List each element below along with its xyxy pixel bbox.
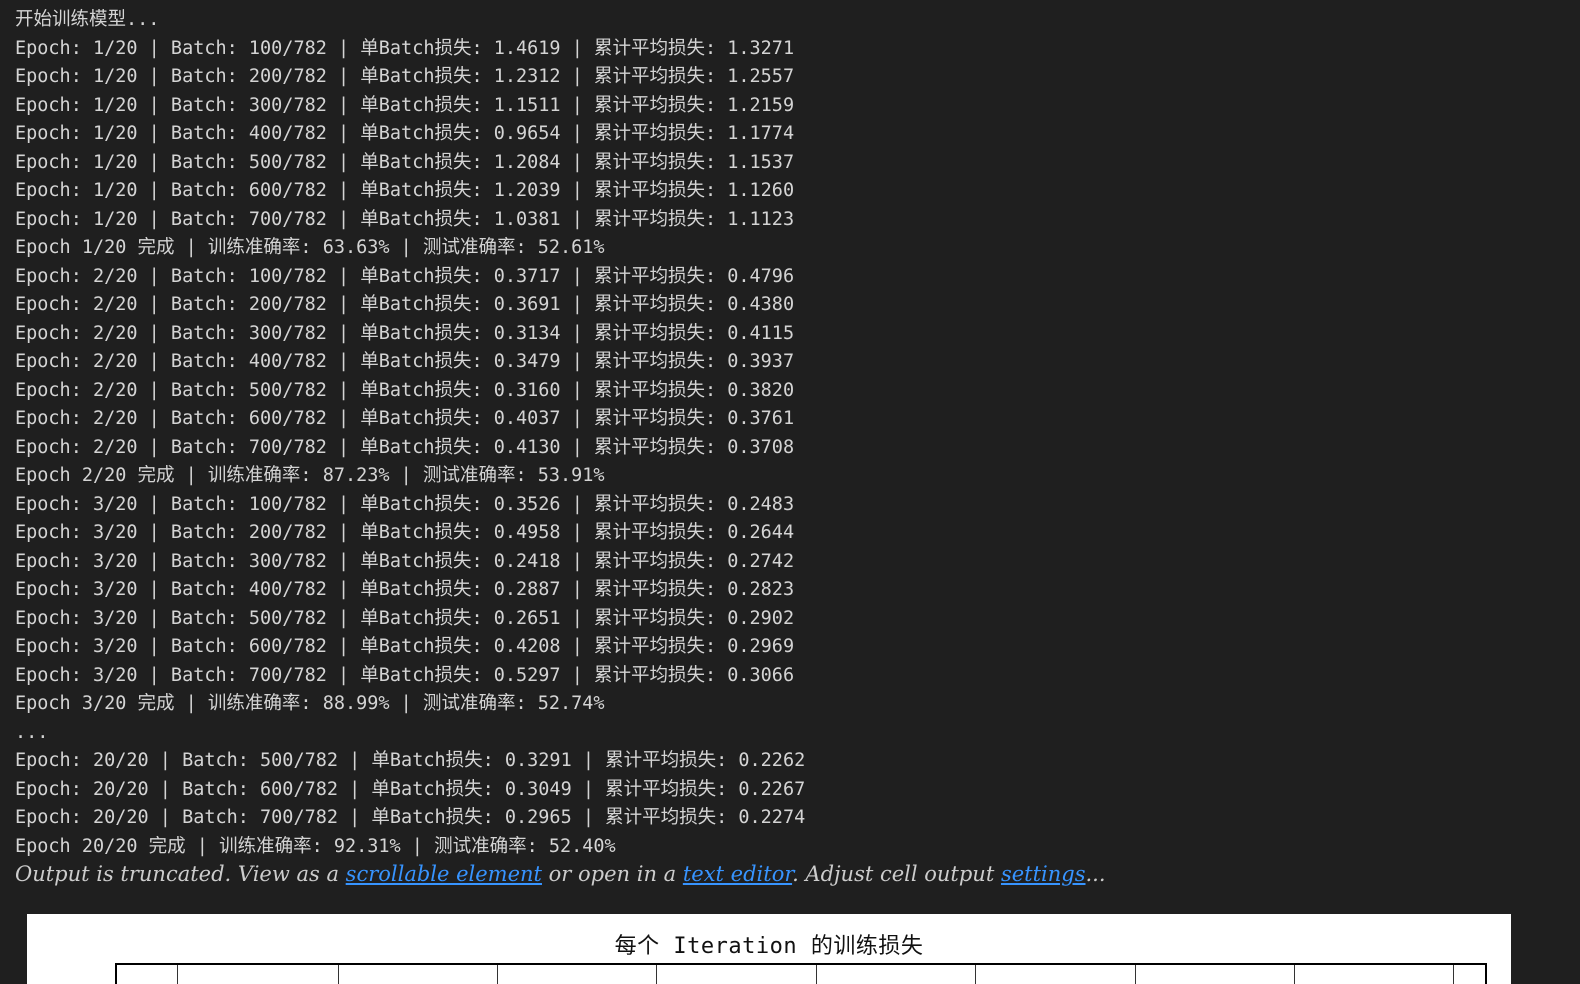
log-line: Epoch: 3/20 | Batch: 400/782 | 单Batch损失:… xyxy=(15,579,795,600)
log-line: Epoch 20/20 完成 | 训练准确率: 92.31% | 测试准确率: … xyxy=(15,835,616,857)
truncation-notice: Output is truncated. View as a scrollabl… xyxy=(15,862,1106,886)
log-line: Epoch: 1/20 | Batch: 600/782 | 单Batch损失:… xyxy=(15,180,795,201)
gridline xyxy=(975,965,976,984)
log-line: Epoch: 1/20 | Batch: 500/782 | 单Batch损失:… xyxy=(15,151,795,173)
log-line: Epoch 1/20 完成 | 训练准确率: 63.63% | 测试准确率: 5… xyxy=(15,237,605,258)
gridline xyxy=(1294,965,1295,984)
text-editor-link[interactable]: text editor xyxy=(683,862,792,886)
log-line: Epoch: 20/20 | Batch: 600/782 | 单Batch损失… xyxy=(15,778,806,800)
log-line: Epoch: 1/20 | Batch: 700/782 | 单Batch损失:… xyxy=(15,208,795,230)
log-line: Epoch: 3/20 | Batch: 600/782 | 单Batch损失:… xyxy=(15,636,795,657)
gridline xyxy=(177,965,178,984)
plot-axes xyxy=(115,963,1487,984)
log-line: Epoch: 2/20 | Batch: 200/782 | 单Batch损失:… xyxy=(15,294,795,315)
truncation-ellipsis: ... xyxy=(1085,862,1106,886)
scrollable-element-link[interactable]: scrollable element xyxy=(346,862,542,886)
gridline xyxy=(1453,965,1454,984)
loss-plot-figure: 每个 Iteration 的训练损失 xyxy=(27,914,1511,984)
cell-output: 开始训练模型... Epoch: 1/20 | Batch: 100/782 | … xyxy=(15,6,1555,861)
log-line: 开始训练模型... xyxy=(15,9,160,30)
training-log: 开始训练模型... Epoch: 1/20 | Batch: 100/782 | … xyxy=(15,6,1555,861)
truncation-suffix: . Adjust cell output xyxy=(792,862,1001,886)
log-line: Epoch: 2/20 | Batch: 100/782 | 单Batch损失:… xyxy=(15,265,795,287)
truncation-middle: or open in a xyxy=(541,862,683,886)
log-line: Epoch 2/20 完成 | 训练准确率: 87.23% | 测试准确率: 5… xyxy=(15,465,605,486)
log-line: Epoch: 1/20 | Batch: 300/782 | 单Batch损失:… xyxy=(15,94,795,116)
gridline xyxy=(1135,965,1136,984)
log-line: Epoch: 20/20 | Batch: 700/782 | 单Batch损失… xyxy=(15,807,806,828)
settings-link[interactable]: settings xyxy=(1001,862,1086,886)
log-line: ... xyxy=(15,721,49,743)
gridline xyxy=(816,965,817,984)
gridline xyxy=(497,965,498,984)
gridline xyxy=(656,965,657,984)
log-line: Epoch: 3/20 | Batch: 100/782 | 单Batch损失:… xyxy=(15,493,795,515)
log-line: Epoch: 2/20 | Batch: 600/782 | 单Batch损失:… xyxy=(15,408,795,429)
log-line: Epoch: 1/20 | Batch: 400/782 | 单Batch损失:… xyxy=(15,123,795,144)
log-line: Epoch: 3/20 | Batch: 500/782 | 单Batch损失:… xyxy=(15,607,795,629)
gridline xyxy=(338,965,339,984)
log-line: Epoch: 2/20 | Batch: 500/782 | 单Batch损失:… xyxy=(15,379,795,401)
log-line: Epoch: 3/20 | Batch: 700/782 | 单Batch损失:… xyxy=(15,664,795,686)
log-line: Epoch: 2/20 | Batch: 700/782 | 单Batch损失:… xyxy=(15,436,795,458)
truncation-prefix: Output is truncated. View as a xyxy=(15,862,346,886)
log-line: Epoch: 3/20 | Batch: 200/782 | 单Batch损失:… xyxy=(15,522,795,543)
log-line: Epoch: 3/20 | Batch: 300/782 | 单Batch损失:… xyxy=(15,550,795,572)
log-line: Epoch: 1/20 | Batch: 200/782 | 单Batch损失:… xyxy=(15,66,795,87)
log-line: Epoch: 2/20 | Batch: 400/782 | 单Batch损失:… xyxy=(15,351,795,372)
log-line: Epoch: 2/20 | Batch: 300/782 | 单Batch损失:… xyxy=(15,322,795,344)
log-line: Epoch: 1/20 | Batch: 100/782 | 单Batch损失:… xyxy=(15,37,795,59)
plot-title: 每个 Iteration 的训练损失 xyxy=(614,934,924,959)
log-line: Epoch 3/20 完成 | 训练准确率: 88.99% | 测试准确率: 5… xyxy=(15,693,605,714)
log-line: Epoch: 20/20 | Batch: 500/782 | 单Batch损失… xyxy=(15,750,806,771)
